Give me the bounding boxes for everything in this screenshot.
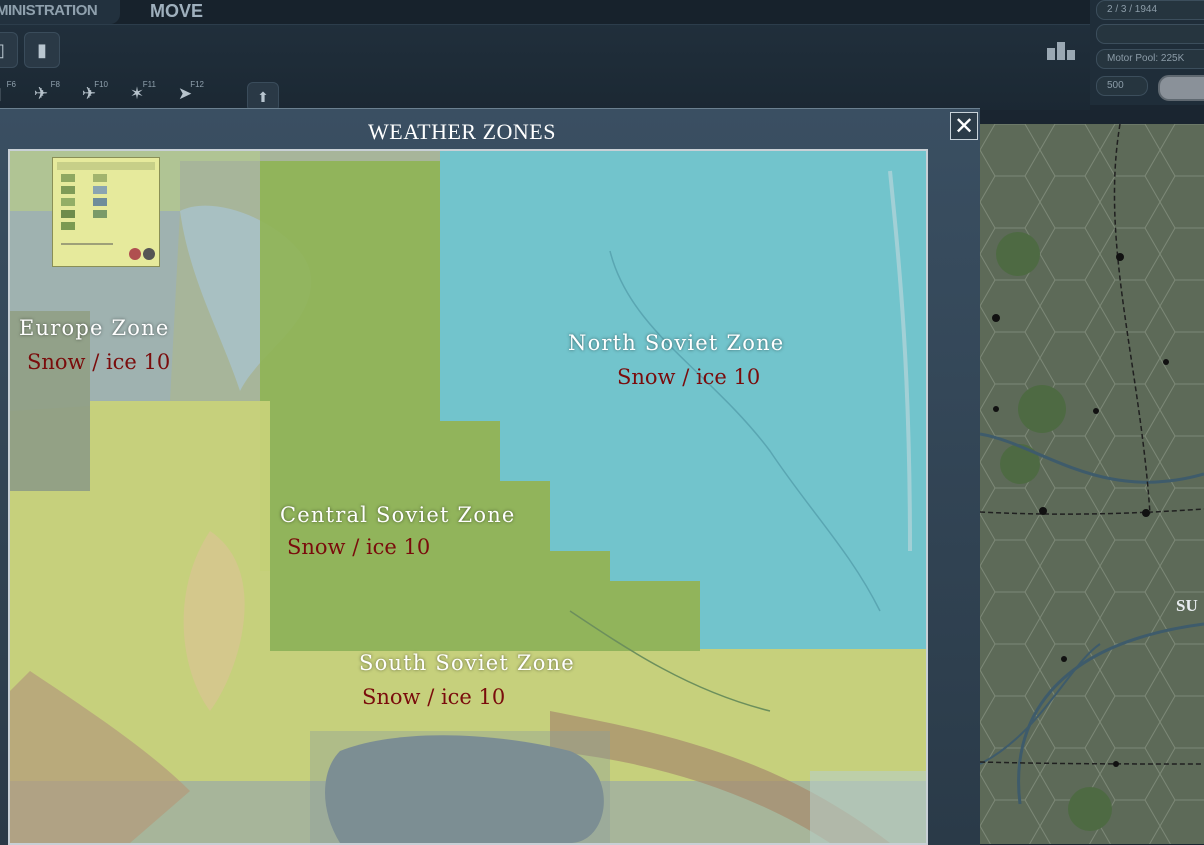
- blank-display: [1096, 24, 1204, 44]
- up-arrow-icon: ⬆: [257, 88, 269, 105]
- hotkey-f10-button[interactable]: ✈ F10: [70, 80, 108, 108]
- close-button[interactable]: ✕: [950, 112, 978, 140]
- europe-zone-weather: Snow / ice 10: [27, 350, 171, 374]
- date-display: 2 / 3 / 1944: [1096, 0, 1204, 20]
- central-soviet-zone-name: Central Soviet Zone: [280, 503, 516, 527]
- bar-chart-icon: [1047, 42, 1075, 60]
- stats-button[interactable]: [1043, 32, 1079, 66]
- south-soviet-zone-weather: Snow / ice 10: [362, 685, 506, 709]
- tab-move[interactable]: MOVE: [150, 0, 203, 24]
- value-display: 500: [1096, 76, 1148, 96]
- toolbar: ▯ ▮: [0, 28, 1090, 74]
- tab-administration[interactable]: MINISTRATION: [0, 0, 120, 24]
- hotkey-label: F8: [50, 80, 60, 89]
- device-button[interactable]: ▮: [24, 32, 60, 68]
- unit-icon: ▮: [0, 84, 2, 104]
- hotkey-label: F12: [190, 80, 204, 89]
- central-soviet-zone-weather: Snow / ice 10: [287, 535, 431, 559]
- hotkey-f8-button[interactable]: ✈ F8: [22, 80, 60, 108]
- hotkey-f6-button[interactable]: ▮ F6: [0, 80, 16, 108]
- dialog-title: WEATHER ZONES: [368, 119, 556, 144]
- weather-map: Europe Zone Snow / ice 10 North Soviet Z…: [8, 149, 928, 845]
- hotkey-label: F6: [6, 80, 16, 89]
- document-icon: ▯: [0, 40, 5, 61]
- air-icon: ✈: [33, 84, 49, 103]
- hotkey-row: ▮ F6 ✈ F8 ✈ F10 ✶ F11 ➤ F12 ⬆: [0, 78, 1090, 112]
- map-place-label: SU: [1176, 596, 1198, 615]
- hotkey-label: F10: [94, 80, 108, 89]
- north-soviet-zone-name: North Soviet Zone: [568, 331, 785, 355]
- hex-map-graphic: [980, 124, 1204, 844]
- north-soviet-zone-weather: Snow / ice 10: [617, 365, 761, 389]
- device-icon: ▮: [37, 39, 47, 60]
- menu-row: MINISTRATION MOVE: [0, 0, 1090, 25]
- top-bar: MINISTRATION MOVE ▯ ▮ ▮ F6 ✈ F8 ✈ F10: [0, 0, 1090, 112]
- europe-zone-name: Europe Zone: [19, 316, 170, 340]
- hotkey-label: F11: [142, 80, 156, 89]
- document-button[interactable]: ▯: [0, 32, 18, 68]
- map-key: [52, 157, 160, 267]
- close-icon: ✕: [953, 112, 975, 140]
- slider-handle[interactable]: [1158, 75, 1204, 101]
- info-panel: 2 / 3 / 1944 Motor Pool: 225K 500: [1090, 0, 1204, 105]
- weather-zones-dialog: WEATHER ZONES ✕ Europe Zone Snow / ice 1…: [0, 108, 980, 845]
- map-key-graphic: [57, 162, 155, 260]
- south-soviet-zone-name: South Soviet Zone: [359, 651, 575, 675]
- hotkey-f11-button[interactable]: ✶ F11: [118, 80, 156, 108]
- hotkey-f12-button[interactable]: ➤ F12: [166, 80, 204, 108]
- motor-pool-display: Motor Pool: 225K: [1096, 49, 1204, 69]
- hex-map[interactable]: SU: [980, 124, 1204, 844]
